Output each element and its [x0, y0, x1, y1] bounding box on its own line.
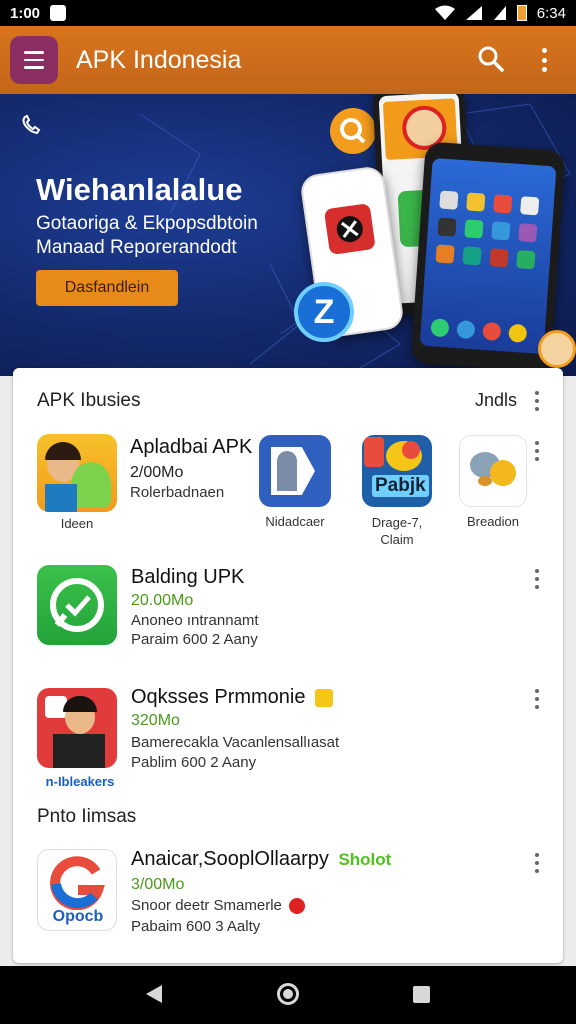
featured-app-name[interactable]: Apladbai APK — [130, 436, 252, 459]
promo-banner[interactable]: Wiehanlalalue Gotaoriga & Ekpopsdbtoin M… — [0, 94, 576, 376]
app-icon-anaicar[interactable]: Opocb — [37, 849, 117, 931]
award-badge-icon — [315, 688, 334, 707]
back-icon[interactable] — [146, 985, 162, 1003]
more-options-icon[interactable] — [534, 46, 554, 74]
app-caption-oqksses: n-Ibleakers — [45, 774, 115, 789]
grid-app-label-3: Breadion — [466, 514, 520, 529]
grid-app-icon-2[interactable]: Pabjk — [362, 435, 432, 507]
app-name-anaicar[interactable]: Anaicar,SooplOllaarpy Sholot — [131, 848, 391, 871]
search-icon[interactable] — [476, 44, 506, 74]
section-more-icon[interactable] — [531, 391, 543, 411]
app-meta-balding: Paraim 600 2 Aany — [131, 631, 258, 648]
banner-z-badge-icon: Z — [294, 282, 354, 342]
banner-avatar-icon — [538, 330, 576, 368]
signal-icon-2 — [493, 6, 506, 20]
menu-icon-line — [24, 58, 44, 62]
menu-icon-line — [24, 66, 44, 69]
section-title-pnto: Pnto Iimsas — [37, 806, 137, 827]
banner-subtitle-line2: Manaad Reporerandodt — [36, 237, 237, 258]
home-icon[interactable] — [277, 983, 299, 1005]
app-bar: APK Indonesia — [0, 26, 576, 94]
grid-app-icon-1[interactable] — [259, 435, 331, 507]
app-size-oqksses: 320Mo — [131, 712, 180, 729]
app-desc-anaicar-text: Snoor deetr Smamerle — [131, 897, 282, 914]
app-more-icon-balding[interactable] — [531, 569, 543, 589]
status-bar: 1:00 6:34 — [0, 0, 576, 26]
app-name-balding[interactable]: Balding UPK — [131, 566, 244, 589]
app-more-icon-anaicar[interactable] — [531, 853, 543, 873]
chat-icon — [50, 578, 104, 632]
section-more-link[interactable]: Jndls — [475, 390, 517, 411]
banner-button[interactable]: Dasfandlein — [36, 270, 178, 306]
banner-subtitle-line1: Gotaoriga & Ekpopsdbtoin — [36, 213, 258, 234]
app-desc-balding: Anoneo ıntrannamt — [131, 612, 259, 629]
app-icon-oqksses[interactable] — [37, 688, 117, 768]
grid-app-label-2-line2: Claim — [380, 532, 414, 547]
app-icon-anaicar-text: Opocb — [52, 908, 104, 925]
phone-icon — [22, 114, 41, 135]
app-meta-oqksses: Pablim 600 2 Aany — [131, 754, 257, 771]
grid-app-label-2-line1: Drage-7, — [371, 515, 423, 530]
status-time-right: 6:34 — [536, 4, 566, 22]
notification-icon — [50, 5, 67, 21]
menu-icon-line — [24, 51, 44, 54]
app-icon-balding[interactable] — [37, 565, 117, 645]
app-desc-oqksses: Bamerecakla Vacanlensallıasat — [131, 734, 340, 751]
grid-app-label-1: Nidadcaer — [265, 514, 325, 529]
app-size-anaicar: 3/00Mo — [131, 876, 185, 893]
menu-button[interactable] — [10, 36, 58, 84]
wifi-icon — [434, 5, 455, 20]
grid-more-icon[interactable] — [531, 441, 543, 461]
featured-app-size: 2/00Mo — [130, 464, 184, 481]
screen: 1:00 6:34 APK Indonesia Wiehanlalalue Go… — [0, 0, 576, 1024]
app-size-balding: 20.00Mo — [131, 592, 194, 609]
featured-app-caption: Ideen — [60, 516, 94, 531]
app-title: APK Indonesia — [76, 45, 242, 74]
system-navigation-bar — [0, 966, 576, 1024]
app-more-icon-oqksses[interactable] — [531, 689, 543, 709]
red-badge-icon — [289, 898, 306, 915]
app-desc-anaicar: Snoor deetr Smamerle — [131, 897, 306, 915]
banner-orange-badge-icon — [330, 108, 376, 154]
app-meta-anaicar: Pabaim 600 3 Aalty — [131, 918, 261, 935]
signal-icon — [465, 6, 482, 20]
status-right: 6:34 — [434, 4, 566, 22]
app-name-oqksses[interactable]: Oqksses Prmmonie — [131, 686, 334, 709]
featured-app-desc: Rolerbadnaen — [130, 484, 225, 501]
featured-app-icon[interactable] — [37, 434, 117, 512]
banner-subtitle: Gotaoriga & Ekpopsdbtoin Manaad Reporera… — [36, 212, 316, 260]
recent-apps-icon[interactable] — [413, 986, 430, 1003]
app-badge-anaicar: Sholot — [338, 850, 392, 869]
app-name-oqksses-text: Oqksses Prmmonie — [131, 686, 306, 708]
g-logo-icon — [50, 856, 105, 911]
grid-app-label-2: Drage-7, Claim — [357, 514, 437, 548]
status-time-left: 1:00 — [10, 4, 41, 22]
banner-title: Wiehanlalalue — [36, 172, 243, 207]
grid-app-icon-3[interactable] — [459, 435, 527, 507]
section-title-apk: APK Ibusies — [37, 390, 141, 411]
content-card: APK Ibusies Jndls Ideen Apladbai APK 2/0… — [13, 368, 563, 963]
battery-icon — [516, 5, 527, 21]
app-name-anaicar-text: Anaicar,SooplOllaarpy — [131, 848, 329, 870]
